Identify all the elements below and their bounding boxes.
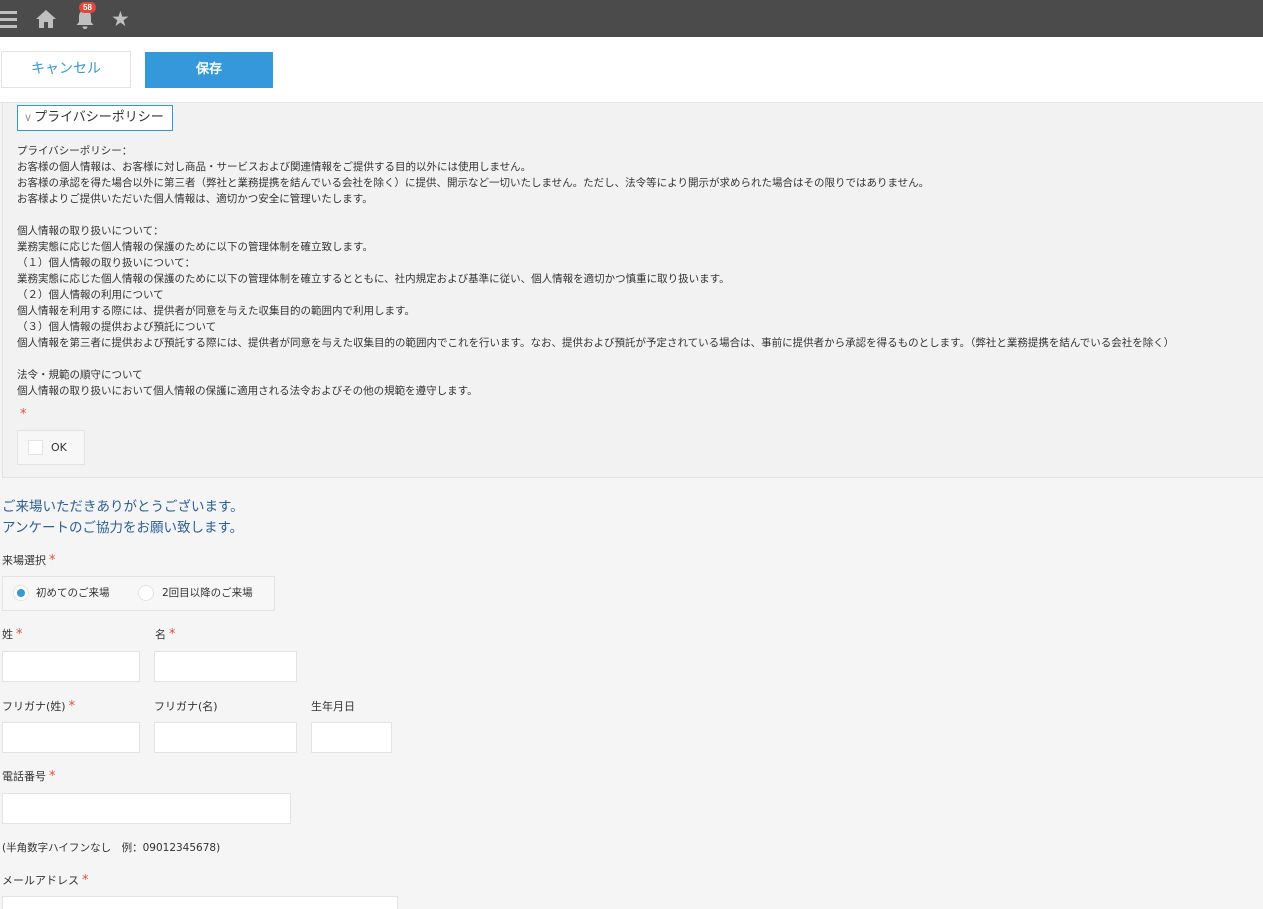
privacy-line: 業務実態に応じた個人情報の保護のために以下の管理体制を確立致します。 — [17, 241, 373, 253]
privacy-line: お客様の承認を得た場合以外に第三者（弊社と業務提携を結んでいる会社を除く）に提供… — [17, 177, 930, 189]
required-mark: * — [20, 407, 27, 422]
checkbox-box[interactable] — [28, 440, 43, 455]
first-kana-input[interactable] — [154, 722, 297, 753]
agree-label: OK — [51, 441, 67, 454]
visit-label: 来場選択 * — [2, 553, 56, 568]
greeting-line: ご来場いただきありがとうございます。 — [2, 499, 244, 515]
last-name-label: 姓 * — [2, 627, 23, 642]
first-name-label-text: 名 — [155, 628, 166, 641]
home-icon[interactable] — [35, 8, 57, 30]
first-kana-label: フリガナ(名) — [154, 700, 218, 713]
required-mark: * — [169, 627, 176, 642]
last-kana-label: フリガナ(姓) * — [2, 699, 75, 714]
required-mark: * — [49, 553, 56, 568]
required-mark: * — [82, 873, 89, 888]
privacy-policy-text: プライバシーポリシー： お客様の個人情報は、お客様に対し商品・サービスおよび関連… — [17, 143, 1262, 399]
birthday-label: 生年月日 — [311, 700, 355, 713]
first-name-label: 名 * — [155, 627, 176, 642]
privacy-blank-line — [17, 207, 1262, 223]
privacy-line: 個人情報の取り扱いについて： — [17, 225, 164, 237]
privacy-blank-line — [17, 351, 1262, 367]
privacy-policy-toggle[interactable]: ∨ プライバシーポリシー — [17, 105, 173, 131]
visit-radio-group: 初めてのご来場 2回目以降のご来場 — [2, 576, 275, 611]
privacy-policy-section: ∨ プライバシーポリシー プライバシーポリシー： お客様の個人情報は、お客様に対し… — [2, 103, 1263, 478]
cancel-button[interactable]: キャンセル — [1, 51, 131, 88]
privacy-line: （３）個人情報の提供および預託について — [17, 321, 217, 333]
privacy-line: 法令・規範の順守について — [17, 369, 143, 381]
radio-repeat-visit[interactable] — [138, 585, 154, 601]
privacy-agree-checkbox[interactable]: OK — [17, 430, 85, 465]
first-name-input[interactable] — [154, 651, 297, 682]
greeting-line: アンケートのご協力をお願い致します。 — [2, 520, 244, 536]
privacy-line: 個人情報の取り扱いにおいて個人情報の保護に適用される法令およびその他の規範を遵守… — [17, 385, 478, 397]
privacy-toggle-label: プライバシーポリシー — [34, 110, 164, 125]
last-kana-input[interactable] — [2, 722, 140, 753]
action-bar: キャンセル 保存 — [0, 37, 1263, 103]
phone-input[interactable] — [2, 793, 291, 824]
privacy-line: 業務実態に応じた個人情報の保護のために以下の管理体制を確立するとともに、社内規定… — [17, 273, 730, 285]
required-mark: * — [16, 627, 23, 642]
privacy-line: （１）個人情報の取り扱いについて： — [17, 257, 196, 269]
radio-label-first-visit[interactable]: 初めてのご来場 — [36, 586, 110, 600]
email-label: メールアドレス * — [2, 873, 89, 888]
notification-badge: 58 — [79, 2, 96, 13]
privacy-line: 個人情報を利用する際には、提供者が同意を与えた収集目的の範囲内で利用します。 — [17, 305, 415, 317]
top-navigation-bar: 58 ★ — [0, 0, 1263, 37]
privacy-line: お客様よりご提供いただいた個人情報は、適切かつ安全に管理いたします。 — [17, 193, 373, 205]
birthday-input[interactable] — [311, 722, 392, 753]
email-label-text: メールアドレス — [2, 874, 79, 887]
last-name-input[interactable] — [2, 651, 140, 682]
required-mark: * — [68, 699, 76, 714]
phone-hint: (半角数字ハイフンなし 例：09012345678) — [2, 842, 221, 854]
privacy-line: 個人情報を第三者に提供および預託する際には、提供者が同意を与えた収集目的の範囲内… — [17, 337, 1175, 349]
radio-label-repeat-visit[interactable]: 2回目以降のご来場 — [162, 586, 253, 600]
radio-first-visit[interactable] — [13, 585, 29, 601]
menu-icon[interactable] — [0, 8, 22, 30]
visit-label-text: 来場選択 — [2, 554, 46, 567]
phone-label: 電話番号 * — [2, 769, 56, 784]
privacy-line: （２）個人情報の利用について — [17, 289, 164, 301]
email-input[interactable] — [2, 896, 398, 909]
privacy-line: プライバシーポリシー： — [17, 145, 133, 157]
star-icon[interactable]: ★ — [111, 8, 133, 30]
last-name-label-text: 姓 — [2, 628, 13, 641]
save-button[interactable]: 保存 — [145, 52, 273, 88]
phone-label-text: 電話番号 — [2, 770, 46, 783]
last-kana-label-text: フリガナ(姓) — [2, 700, 66, 713]
chevron-down-icon: ∨ — [24, 111, 33, 124]
greeting-text: ご来場いただきありがとうございます。 アンケートのご協力をお願い致します。 — [2, 497, 244, 539]
privacy-line: お客様の個人情報は、お客様に対し商品・サービスおよび関連情報をご提供する目的以外… — [17, 161, 532, 173]
required-mark: * — [49, 769, 56, 784]
